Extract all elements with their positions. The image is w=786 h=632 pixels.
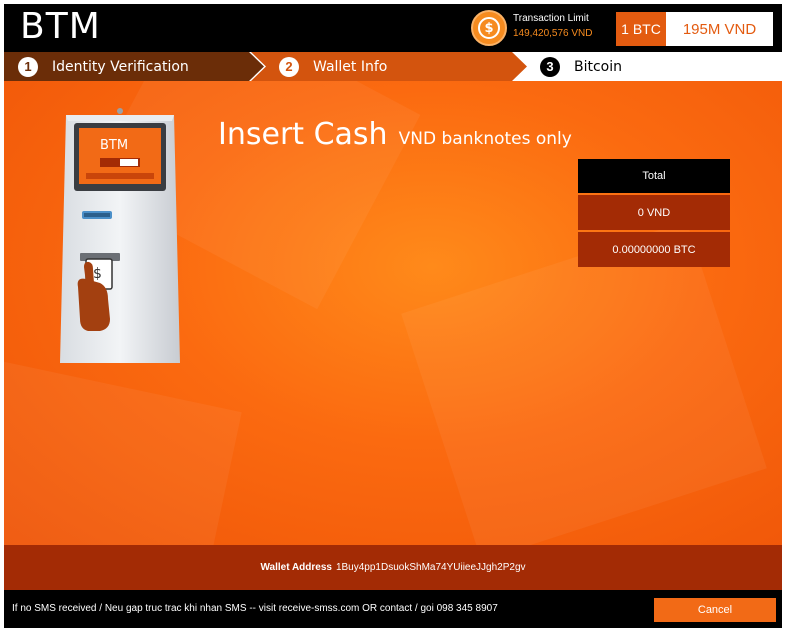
totals-header: Total [578,159,730,193]
insert-cash-heading: Insert Cash [218,117,388,152]
step-label: Wallet Info [313,58,388,75]
total-btc: 0.00000000 BTC [578,232,730,267]
background-facet [401,221,767,545]
cancel-button[interactable]: Cancel [654,598,776,622]
totals-table: Total 0 VND 0.00000000 BTC [578,159,730,269]
rate-vnd-badge: 195M VND [666,12,773,46]
sms-notice: If no SMS received / Neu gap truc trac k… [12,603,498,614]
footer: If no SMS received / Neu gap truc trac k… [4,590,782,628]
page-title: Insert Cash VND banknotes only [218,117,572,152]
app-logo: BTM [20,6,101,47]
wallet-address-bar: Wallet Address 1Buy4pp1DsuokShMa74YUiiee… [4,545,782,590]
background-facet [4,354,242,545]
wallet-address-label: Wallet Address [260,562,332,573]
banknote-note: VND banknotes only [398,129,572,149]
step-label: Identity Verification [52,58,189,75]
header: BTM $ Transaction Limit 149,420,576 VND … [4,4,782,52]
step-number: 2 [279,56,299,77]
step-label: Bitcoin [574,58,623,75]
transaction-limit-value: 149,420,576 VND [513,28,593,39]
wallet-address-value: 1Buy4pp1DsuokShMa74YUiieeJJgh2P2gv [335,562,526,573]
progress-steps: 1 Identity Verification 2 Wallet Info 3 … [4,52,782,81]
dollar-circle-icon: $ [471,10,507,46]
rate-btc-badge: 1 BTC [616,12,666,46]
app-frame: BTM $ Transaction Limit 149,420,576 VND … [4,4,782,628]
total-vnd: 0 VND [578,195,730,230]
kiosk-screen-logo: BTM [100,138,128,153]
dollar-glyph: $ [478,17,500,39]
transaction-limit-label: Transaction Limit [513,13,589,24]
main-panel: BTM $ Insert Cash VND banknotes only Tot… [4,81,782,545]
atm-kiosk-illustration: BTM $ [60,108,180,363]
step-number: 1 [18,56,38,77]
step-identity-verification: 1 Identity Verification [4,52,264,81]
step-wallet-info: 2 Wallet Info [251,52,527,81]
svg-text:$: $ [93,266,102,282]
step-number: 3 [540,56,560,77]
step-bitcoin: 3 Bitcoin [540,52,782,81]
